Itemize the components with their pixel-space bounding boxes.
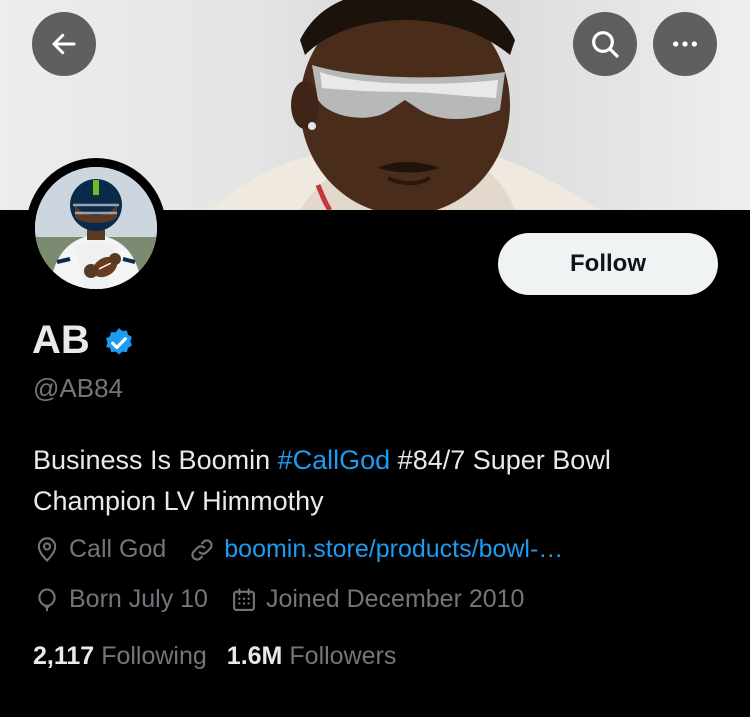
location-item: Call God <box>33 535 166 564</box>
follow-stats: 2,117 Following 1.6M Followers <box>33 642 416 671</box>
joined-item: Joined December 2010 <box>230 585 525 614</box>
search-button[interactable] <box>573 12 637 76</box>
link-icon <box>191 538 213 561</box>
birthday-text: Born July 10 <box>69 585 208 613</box>
following-label: Following <box>101 642 207 670</box>
birthday-item: Born July 10 <box>33 585 208 614</box>
profile-name-row: AB <box>32 318 136 363</box>
follow-button[interactable]: Follow <box>498 233 718 295</box>
following-count: 2,117 <box>33 642 95 670</box>
location-pin-icon <box>37 536 57 562</box>
more-horizontal-icon <box>673 41 697 47</box>
more-options-button[interactable] <box>653 12 717 76</box>
search-icon <box>592 31 619 58</box>
website-link[interactable]: boomin.store/products/bowl-… <box>224 535 563 564</box>
profile-meta-row: Call God boomin.store/products/bowl-… <box>33 535 585 564</box>
followers-count: 1.6M <box>226 642 283 670</box>
joined-text: Joined December 2010 <box>265 585 525 613</box>
profile-bio: Business Is Boomin #CallGod #84/7 Super … <box>33 440 723 522</box>
balloon-icon <box>38 587 56 611</box>
arrow-left-icon <box>52 33 76 55</box>
back-button[interactable] <box>32 12 96 76</box>
bio-text: Business Is Boomin <box>33 445 278 475</box>
website-item: boomin.store/products/bowl-… <box>188 535 563 564</box>
avatar-frame[interactable] <box>26 158 166 298</box>
location-text: Call God <box>69 535 167 563</box>
followers-label: Followers <box>289 642 397 670</box>
followers-stat[interactable]: 1.6M Followers <box>227 642 397 671</box>
bio-hashtag-link[interactable]: #CallGod <box>278 445 391 475</box>
calendar-icon <box>233 587 255 611</box>
avatar <box>35 167 157 289</box>
display-name: AB <box>32 318 90 362</box>
avatar-photo <box>35 167 157 289</box>
following-stat[interactable]: 2,117 Following <box>33 642 207 671</box>
profile-meta-row-2: Born July 10 Joined December 2010 <box>33 585 546 614</box>
verified-badge-icon[interactable] <box>102 326 136 360</box>
user-handle: @AB84 <box>33 373 123 403</box>
